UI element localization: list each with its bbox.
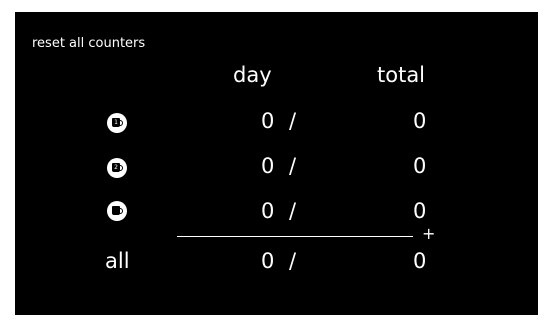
cup-label	[112, 207, 120, 214]
row-2-day-count: 0	[261, 154, 275, 178]
row-1-total-count: 0	[413, 109, 427, 133]
all-separator: /	[289, 249, 297, 273]
row-2-total-count: 0	[413, 154, 427, 178]
all-total-count: 0	[413, 249, 427, 273]
column-header-day: day	[233, 63, 272, 87]
reset-all-counters-button[interactable]: reset all counters	[32, 36, 145, 51]
coffee-cup-icon: 1	[107, 113, 127, 133]
counter-panel: reset all counters day total 1 0 / 0 2 0…	[15, 12, 538, 315]
sum-divider	[177, 236, 413, 237]
row-2-separator: /	[289, 154, 297, 178]
plus-sign: +	[422, 224, 436, 243]
all-label: all	[105, 249, 130, 273]
all-day-count: 0	[261, 249, 275, 273]
column-header-total: total	[377, 63, 426, 87]
row-3-total-count: 0	[413, 199, 427, 223]
row-3-separator: /	[289, 199, 297, 223]
cup-label: 1	[114, 119, 118, 126]
coffee-cup-icon: 2	[107, 158, 127, 178]
cup-label: 2	[114, 164, 118, 171]
row-1-separator: /	[289, 109, 297, 133]
row-1-day-count: 0	[261, 109, 275, 133]
row-3-day-count: 0	[261, 199, 275, 223]
screen: reset all counters day total 1 0 / 0 2 0…	[0, 0, 544, 327]
coffee-cup-icon	[107, 201, 127, 221]
